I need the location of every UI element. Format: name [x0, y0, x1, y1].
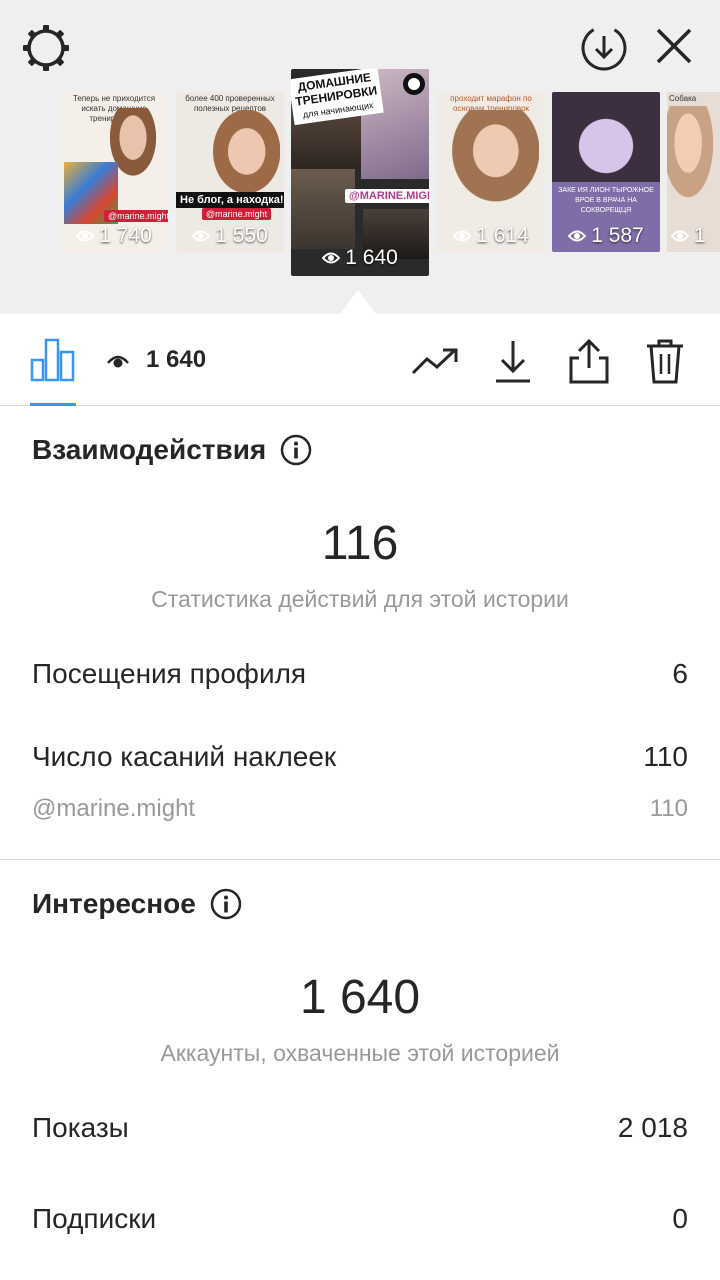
story-views: 1 587 [552, 224, 660, 248]
interactions-total: 116 [321, 517, 399, 570]
trending-up-icon [411, 348, 458, 375]
row-label: @marine.might [32, 795, 196, 822]
promote-button[interactable] [410, 338, 460, 384]
record-icon [403, 73, 425, 95]
reach-total: 1 640 [299, 971, 421, 1024]
share-button[interactable] [564, 338, 614, 384]
row-value: 2 018 [617, 1112, 688, 1143]
download-button[interactable] [488, 338, 538, 384]
discovery-heading: Интересное [32, 888, 242, 920]
story-caption: Собака [669, 94, 697, 103]
section-divider [0, 859, 720, 860]
settings-button[interactable] [20, 22, 72, 74]
impressions-row: Показы 2 018 [32, 1112, 688, 1144]
views-count: 1 640 [146, 346, 207, 373]
delete-button[interactable] [640, 338, 690, 384]
info-button[interactable] [210, 888, 242, 920]
bar-chart-icon [30, 338, 75, 382]
sticker-taps-row: Число касаний наклеек 110 [32, 741, 688, 773]
story-thumbnail[interactable]: Теперь не приходится искать домашние тре… [60, 92, 168, 252]
row-label: Подписки [32, 1203, 157, 1234]
story-thumbnail[interactable]: ЗАКЕ ИЯ ЛИОН ТЫРОЖНОЕ ВРОЕ В ВРАЧА НА СО… [552, 92, 660, 252]
eye-icon [568, 230, 587, 242]
story-thumbnail-selected[interactable]: ДОМАШНИЕ ТРЕНИРОВКИ для начинающих @MARI… [291, 69, 429, 276]
row-value: 110 [643, 741, 688, 772]
story-caption: ЗАКЕ ИЯ ЛИОН ТЫРОЖНОЕ ВРОЕ В ВРАЧА НА СО… [558, 187, 654, 214]
insights-toolbar: 1 640 [0, 314, 720, 406]
trash-icon [647, 339, 683, 384]
row-label: Посещения профиля [32, 658, 307, 689]
interactions-heading: Взаимодействия [32, 434, 312, 466]
eye-icon [322, 252, 341, 264]
eye-icon [453, 230, 472, 242]
follows-row: Подписки 0 [32, 1203, 688, 1235]
selection-pointer [340, 290, 376, 314]
person-photo [443, 110, 539, 212]
row-value: 110 [649, 795, 688, 822]
gear-icon [23, 25, 69, 71]
insights-tab[interactable] [30, 336, 76, 382]
eye-icon [671, 230, 689, 242]
reach-caption: Аккаунты, охваченные этой историей [160, 1040, 560, 1066]
info-icon [210, 888, 242, 920]
active-tab-indicator [30, 403, 76, 406]
story-thumbnail[interactable]: проходит марафон по основам тренировок 1… [437, 92, 545, 252]
child-photo [667, 106, 720, 212]
download-icon [496, 341, 530, 383]
mention-sticker: @MARINE.MIGHT [345, 189, 429, 203]
interactions-caption: Статистика действий для этой истории [151, 586, 569, 612]
mention-sticker: @marine.might [202, 208, 272, 220]
info-icon [281, 434, 312, 466]
row-label: Показы [32, 1112, 129, 1143]
story-carousel-area: Теперь не приходится искать домашние тре… [0, 0, 720, 314]
workout-photo [291, 169, 355, 249]
story-thumbnail[interactable]: Собака 1 [667, 92, 720, 252]
headline-sticker: Не блог, а находка! [176, 192, 284, 208]
share-icon [569, 338, 609, 384]
person-photo [206, 110, 280, 202]
close-icon [656, 28, 692, 64]
story-views: 1 740 [60, 224, 168, 248]
mention-taps-row[interactable]: @marine.might 110 [32, 795, 688, 823]
save-story-button[interactable] [576, 20, 632, 76]
profile-visits-row: Посещения профиля 6 [32, 658, 688, 690]
cake-photo [552, 92, 660, 182]
row-value: 0 [672, 1203, 688, 1234]
eye-icon [107, 355, 129, 368]
row-value: 6 [672, 658, 688, 689]
row-label: Число касаний наклеек [32, 741, 337, 772]
mention-sticker: @marine.might [104, 210, 168, 222]
eye-icon [192, 230, 211, 242]
story-views: 1 640 [291, 246, 429, 270]
close-button[interactable] [650, 22, 698, 70]
eye-icon [76, 230, 95, 242]
story-views: 1 550 [176, 224, 284, 248]
story-views: 1 [667, 224, 720, 248]
story-views: 1 614 [437, 224, 545, 248]
story-thumbnail[interactable]: более 400 проверенных полезных рецептов … [176, 92, 284, 252]
download-circle-icon [581, 25, 627, 71]
info-button[interactable] [280, 434, 312, 466]
